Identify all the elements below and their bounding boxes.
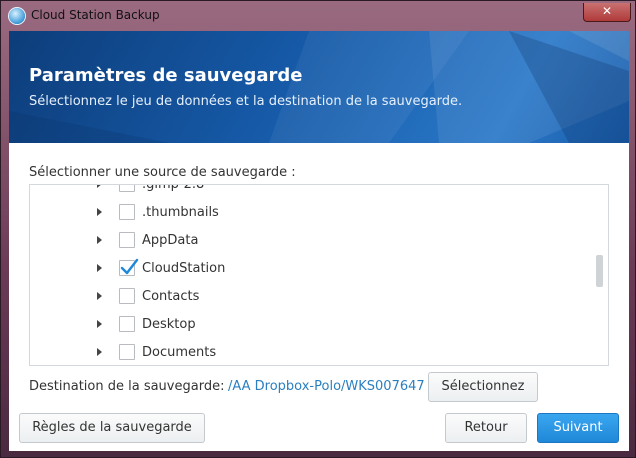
item-checkbox[interactable] xyxy=(119,344,135,360)
backup-rules-button[interactable]: Règles de la sauvegarde xyxy=(19,413,205,443)
destination-path-link[interactable]: /AA Dropbox-Polo/WKS007647 xyxy=(228,379,425,394)
item-checkbox[interactable] xyxy=(119,232,135,248)
title-bar[interactable]: Cloud Station Backup ✕ xyxy=(1,1,635,31)
cloud-station-icon xyxy=(9,8,25,24)
expand-arrow-icon[interactable] xyxy=(97,320,102,328)
item-checkbox[interactable] xyxy=(119,185,135,192)
select-destination-button[interactable]: Sélectionnez xyxy=(428,372,538,402)
tree-item[interactable]: Desktop xyxy=(30,311,590,339)
destination-label: Destination de la sauvegarde: xyxy=(29,379,225,394)
tree-item[interactable]: CloudStation xyxy=(30,255,590,283)
banner-pattern xyxy=(9,31,629,143)
expand-arrow-icon[interactable] xyxy=(97,236,102,244)
tree-item[interactable]: Documents xyxy=(30,339,590,365)
dialog-body: Paramètres de sauvegarde Sélectionnez le… xyxy=(9,31,629,451)
expand-arrow-icon[interactable] xyxy=(97,264,102,272)
tree-item[interactable]: .gimp-2.8 xyxy=(30,184,590,199)
tree-item-label: AppData xyxy=(142,233,199,248)
back-button[interactable]: Retour xyxy=(445,413,527,443)
item-checkbox[interactable] xyxy=(119,288,135,304)
header-banner: Paramètres de sauvegarde Sélectionnez le… xyxy=(9,31,629,143)
page-subtitle: Sélectionnez le jeu de données et la des… xyxy=(29,94,463,109)
window-title: Cloud Station Backup xyxy=(31,8,160,22)
tree-scrollbar[interactable] xyxy=(596,255,603,287)
expand-arrow-icon[interactable] xyxy=(97,208,102,216)
tree-item[interactable]: Contacts xyxy=(30,283,590,311)
tree-item-label: Documents xyxy=(142,345,217,360)
expand-arrow-icon[interactable] xyxy=(97,185,102,188)
item-checkbox[interactable] xyxy=(119,316,135,332)
page-title: Paramètres de sauvegarde xyxy=(29,65,303,86)
expand-arrow-icon[interactable] xyxy=(97,292,102,300)
tree-item-label: Desktop xyxy=(142,317,196,332)
tree-item[interactable]: AppData xyxy=(30,227,590,255)
tree-item-label: Contacts xyxy=(142,289,200,304)
source-label: Sélectionner une source de sauvegarde : xyxy=(29,165,296,180)
item-checkbox[interactable] xyxy=(119,204,135,220)
tree-item-label: .gimp-2.8 xyxy=(142,184,205,192)
item-checkbox-checked[interactable] xyxy=(119,258,139,276)
close-button[interactable]: ✕ xyxy=(583,3,631,22)
tree-item[interactable]: .thumbnails xyxy=(30,199,590,227)
expand-arrow-icon[interactable] xyxy=(97,348,102,356)
checkmark-icon xyxy=(120,258,139,275)
tree-item-label: .thumbnails xyxy=(142,205,219,220)
tree-item-label: CloudStation xyxy=(142,261,226,276)
app-window: Cloud Station Backup ✕ Paramètres de sau… xyxy=(0,0,636,458)
next-button[interactable]: Suivant xyxy=(537,413,619,443)
source-tree[interactable]: .gimp-2.8 .thumbnails AppData CloudStati… xyxy=(29,184,609,366)
